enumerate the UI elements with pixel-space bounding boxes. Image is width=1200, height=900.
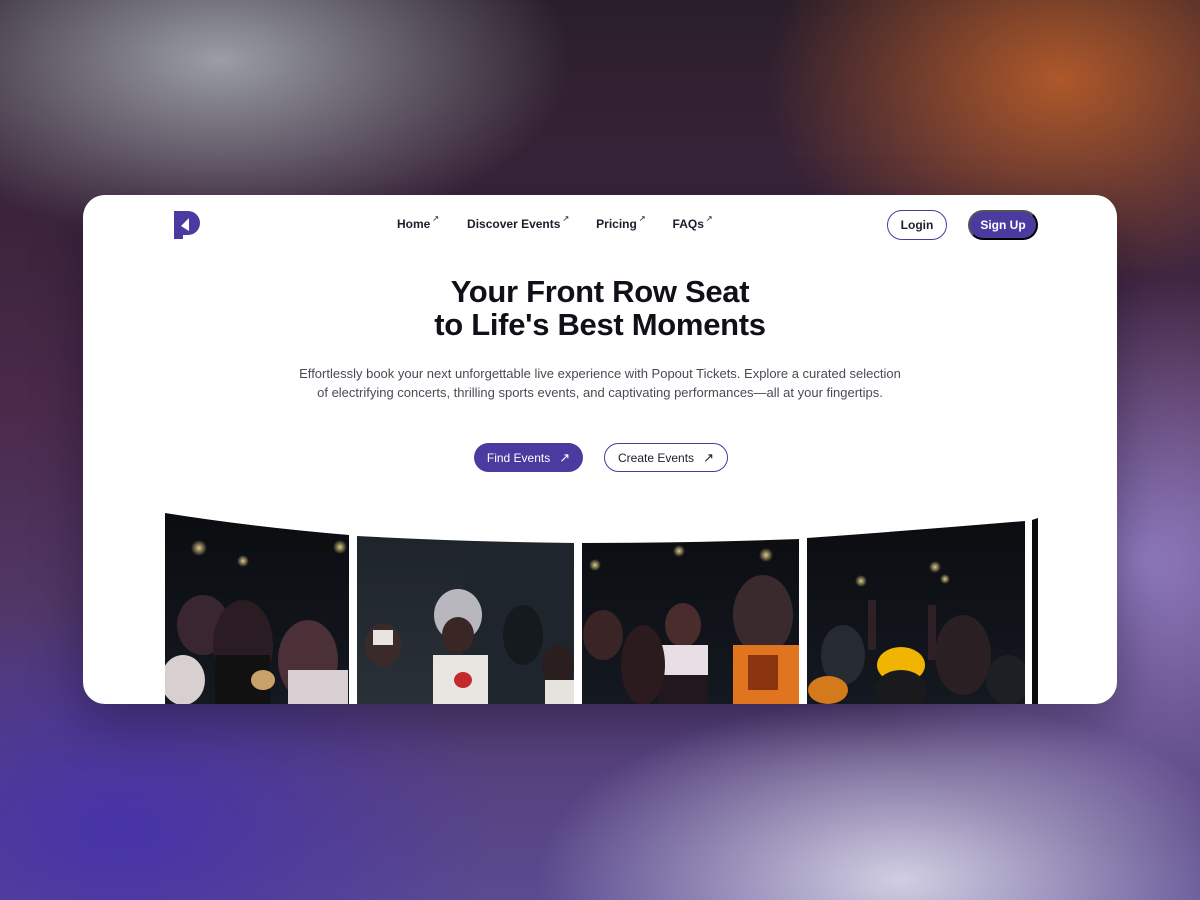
nav-item-discover-events[interactable]: Discover Events ↗: [467, 214, 570, 232]
arrow-up-right-icon: ↗: [703, 450, 714, 465]
arrow-up-right-icon: ↗: [559, 450, 571, 465]
crowd-photo-2[interactable]: [357, 505, 575, 704]
event-photo-gallery: [83, 505, 1117, 704]
crowd-photo-3[interactable]: [582, 505, 799, 704]
external-link-icon: ↗: [705, 214, 713, 223]
hero-subtext: Effortlessly book your next unforgettabl…: [299, 366, 901, 400]
crowd-photo-1[interactable]: [161, 505, 349, 704]
nav-item-label: Discover Events: [467, 217, 561, 231]
nav-item-label: FAQs: [672, 217, 704, 231]
gallery-strip: [161, 505, 1038, 704]
create-events-label: Create Events: [618, 450, 695, 465]
nav-item-label: Home: [397, 217, 431, 231]
external-link-icon: ↗: [638, 214, 646, 223]
sign-up-button[interactable]: Sign Up: [968, 210, 1038, 240]
login-button[interactable]: Login: [887, 210, 947, 240]
external-link-icon: ↗: [562, 214, 570, 223]
nav-item-pricing[interactable]: Pricing ↗: [596, 214, 646, 232]
find-events-button[interactable]: Find Events ↗: [474, 443, 583, 472]
crowd-photo-5-edge: [1032, 518, 1038, 704]
nav-item-home[interactable]: Home ↗: [397, 214, 440, 232]
nav-item-label: Pricing: [596, 217, 637, 231]
headline-line-1: Your Front Row Seat: [450, 274, 750, 309]
popout-logo[interactable]: [172, 209, 202, 241]
external-link-icon: ↗: [432, 214, 440, 223]
hero-headline: Your Front Row Seat to Life's Best Momen…: [83, 275, 1117, 341]
landing-page-card: Home ↗ Discover Events ↗ Pricing ↗ FAQs …: [83, 195, 1117, 704]
nav-item-faqs[interactable]: FAQs ↗: [672, 214, 713, 232]
create-events-button[interactable]: Create Events ↗: [604, 443, 728, 472]
main-nav: Home ↗ Discover Events ↗ Pricing ↗ FAQs …: [397, 214, 713, 232]
headline-line-2: to Life's Best Moments: [434, 307, 766, 342]
crowd-photo-4[interactable]: [807, 505, 1030, 704]
find-events-label: Find Events: [486, 450, 551, 465]
